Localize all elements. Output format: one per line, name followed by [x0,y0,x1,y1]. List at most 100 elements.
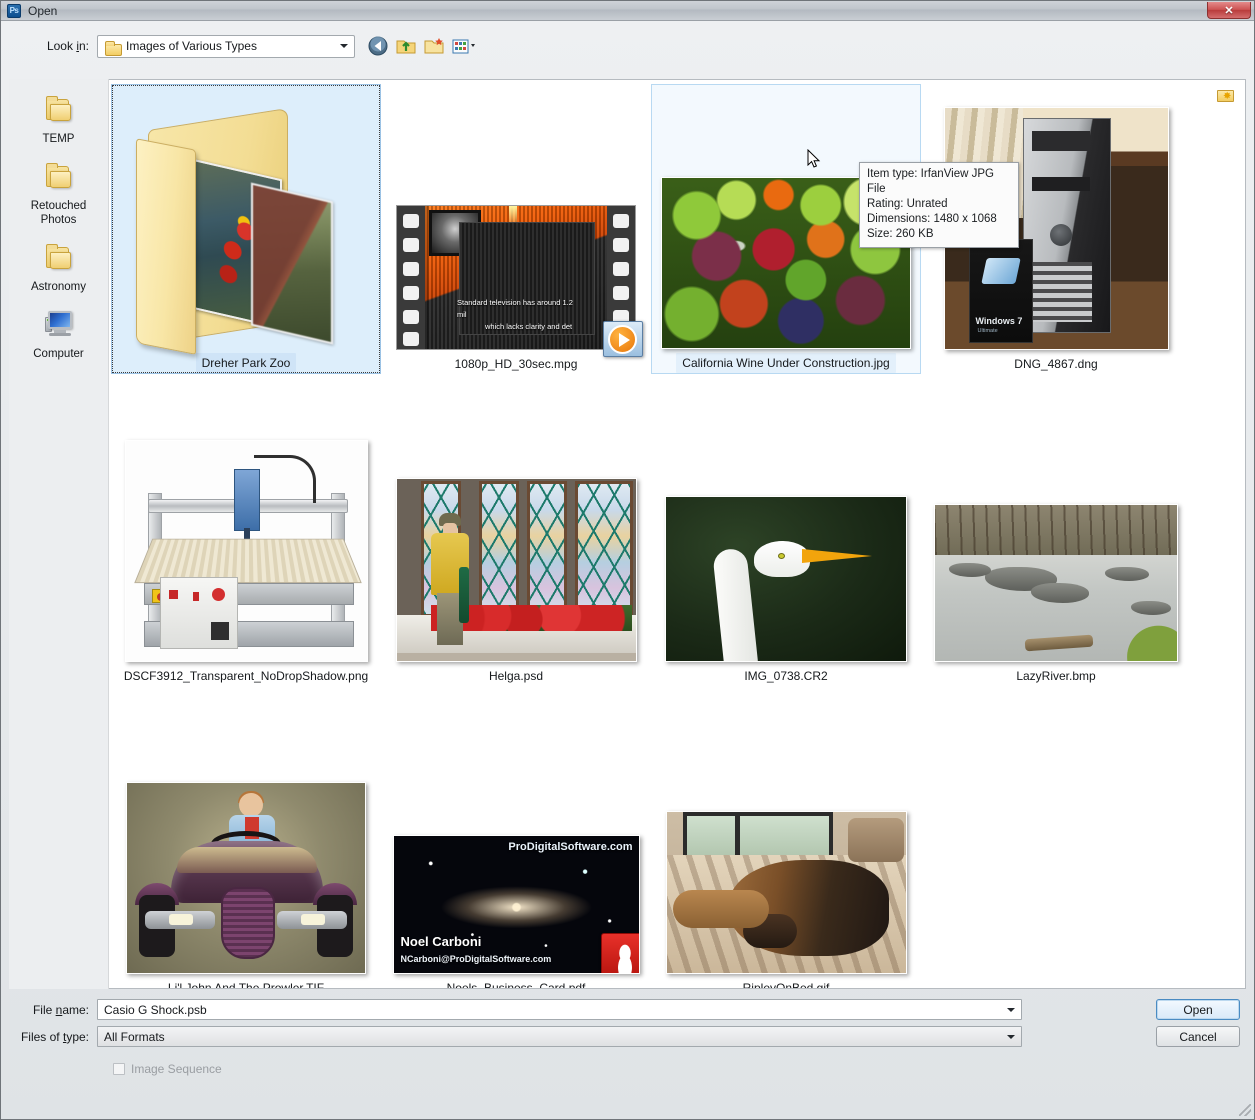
thumbnail: ProDigitalSoftware.com Noel Carboni NCar… [381,716,651,974]
tooltip-item-type: Item type: IrfanView JPG File [867,168,994,195]
thumbnail: Standard television has around 1.2 mil w… [381,92,651,357]
folder-icon [103,39,122,56]
windows-box-title: Windows 7 [975,316,1023,326]
thumbnail [651,716,921,974]
thumbnail [381,404,651,662]
image-sequence-label: Image Sequence [131,1062,222,1076]
image-thumbnail [124,440,368,662]
file-item-img-0738-cr2[interactable]: IMG_0738.CR2 [651,396,921,686]
open-file-dialog: Ps Open ✕ Look in: Images of Various Typ… [0,0,1255,1120]
sidebar-item-label: Retouched Photos [30,200,87,226]
sidebar-item-label: TEMP [42,133,75,145]
sidebar-item-temp[interactable]: TEMP [9,79,108,146]
file-label: Dreher Park Zoo [195,353,297,373]
sidebar-item-retouched-photos[interactable]: Retouched Photos [9,146,108,227]
file-item-1080p-hd-30sec-mpg[interactable]: Standard television has around 1.2 mil w… [381,84,651,374]
video-thumbnail: Standard television has around 1.2 mil w… [396,205,643,357]
card-name: Noel Carboni [400,934,482,949]
resize-grip[interactable] [1239,1104,1251,1116]
file-label: Noels_Business_Card.pdf [446,981,586,989]
pdf-thumbnail: ProDigitalSoftware.com Noel Carboni NCar… [392,835,640,974]
filename-value: Casio G Shock.psb [104,1002,207,1017]
file-item-lazyriver-bmp[interactable]: LazyRiver.bmp [921,396,1191,686]
card-email: NCarboni@ProDigitalSoftware.com [400,954,552,964]
close-button[interactable]: ✕ [1207,2,1251,19]
mouse-cursor-icon [807,148,821,172]
image-thumbnail [665,811,907,974]
thumbnail [111,716,381,974]
favorites-folder-icon[interactable]: ✸ [1217,88,1235,103]
tooltip-dimensions: Dimensions: 1480 x 1068 [867,213,997,225]
file-label: IMG_0738.CR2 [744,669,828,683]
file-item-dreher-park-zoo[interactable]: Dreher Park Zoo [111,84,381,374]
image-thumbnail [395,478,637,662]
file-label: Li'l John And The Prowler.TIF [167,981,325,989]
image-thumbnail [934,504,1178,662]
file-list-view[interactable]: ✸ Dreher Park Zoo Standard television ha… [109,79,1246,989]
pdf-badge-icon [600,933,639,973]
look-in-value: Images of Various Types [126,39,257,53]
image-sequence-row[interactable]: Image Sequence [113,1062,222,1076]
window-title: Open [28,3,58,18]
sidebar-item-label: Astronomy [31,281,86,293]
filename-label: File name: [32,1002,89,1017]
places-sidebar: TEMP Retouched Photos Astronomy Computer [9,79,109,989]
windows-box-edition: Ultimate [977,328,998,334]
video-caption-line-2: which lacks clarity and det [485,322,573,331]
file-item-noels-business-card-pdf[interactable]: ProDigitalSoftware.com Noel Carboni NCar… [381,708,651,989]
title-bar[interactable]: Ps Open ✕ [1,1,1254,21]
filename-input[interactable]: Casio G Shock.psb [97,999,1022,1020]
filetype-label: Files of type: [20,1029,89,1044]
back-button[interactable] [367,35,389,57]
dialog-footer: File name: Casio G Shock.psb Files of ty… [1,991,1254,1119]
file-label: 1080p_HD_30sec.mpg [454,357,578,371]
file-label: Helga.psd [488,669,544,683]
sidebar-item-astronomy[interactable]: Astronomy [9,227,108,294]
folder-thumbnail [126,107,366,355]
chevron-down-icon[interactable] [340,44,348,48]
file-item-ripleyonbed-gif[interactable]: RipleyOnBed.gif [651,708,921,989]
navigation-toolbar: Look in: Images of Various Types [1,29,1254,63]
filetype-select[interactable]: All Formats [97,1026,1022,1047]
file-item-helga-psd[interactable]: Helga.psd [381,396,651,686]
file-label: DNG_4867.dng [1014,357,1098,371]
thumbnail [921,404,1191,662]
look-in-combo[interactable]: Images of Various Types [97,34,355,58]
filename-row: File name: Casio G Shock.psb [1,999,1022,1020]
new-folder-icon[interactable] [423,35,445,57]
sidebar-item-label: Computer [33,348,84,360]
folder-icon [39,241,79,277]
file-info-tooltip: Item type: IrfanView JPG File Rating: Un… [859,162,1019,248]
sidebar-item-computer[interactable]: Computer [9,294,108,361]
image-thumbnail [126,782,366,974]
file-item-lil-john-and-the-prowler-tif[interactable]: Li'l John And The Prowler.TIF [111,708,381,989]
image-thumbnail [665,496,907,662]
thumbnail [651,404,921,662]
folder-icon [39,93,79,129]
open-button[interactable]: Open [1156,999,1240,1020]
file-label: LazyRiver.bmp [1016,669,1096,683]
up-folder-icon[interactable] [395,35,417,57]
tooltip-size: Size: 260 KB [867,228,934,240]
video-caption-line-1: Standard television has around 1.2 mil [457,298,573,319]
views-grid-icon[interactable] [451,35,475,57]
chevron-down-icon[interactable] [1007,1007,1015,1012]
computer-icon [39,308,79,344]
file-label: DSCF3912_Transparent_NoDropShadow.png [123,669,369,683]
thumbnail [111,404,381,662]
thumbnail [112,91,380,355]
card-website: ProDigitalSoftware.com [508,841,633,853]
filetype-row: Files of type: All Formats [1,1026,1022,1047]
tooltip-rating: Rating: Unrated [867,198,948,210]
dialog-client-area: Look in: Images of Various Types TEMP Re… [1,21,1254,1119]
file-label: RipleyOnBed.gif [742,981,830,989]
image-sequence-checkbox[interactable] [113,1063,125,1075]
chevron-down-icon[interactable] [1007,1034,1015,1039]
play-overlay-icon [603,321,643,357]
look-in-label: Look in: [46,39,89,53]
filetype-value: All Formats [104,1029,165,1044]
file-label: California Wine Under Construction.jpg [676,353,896,373]
file-item-dscf3912-transparent-nodropshadow-png[interactable]: DSCF3912_Transparent_NoDropShadow.png [111,396,381,686]
cancel-button[interactable]: Cancel [1156,1026,1240,1047]
photoshop-icon: Ps [7,3,21,18]
